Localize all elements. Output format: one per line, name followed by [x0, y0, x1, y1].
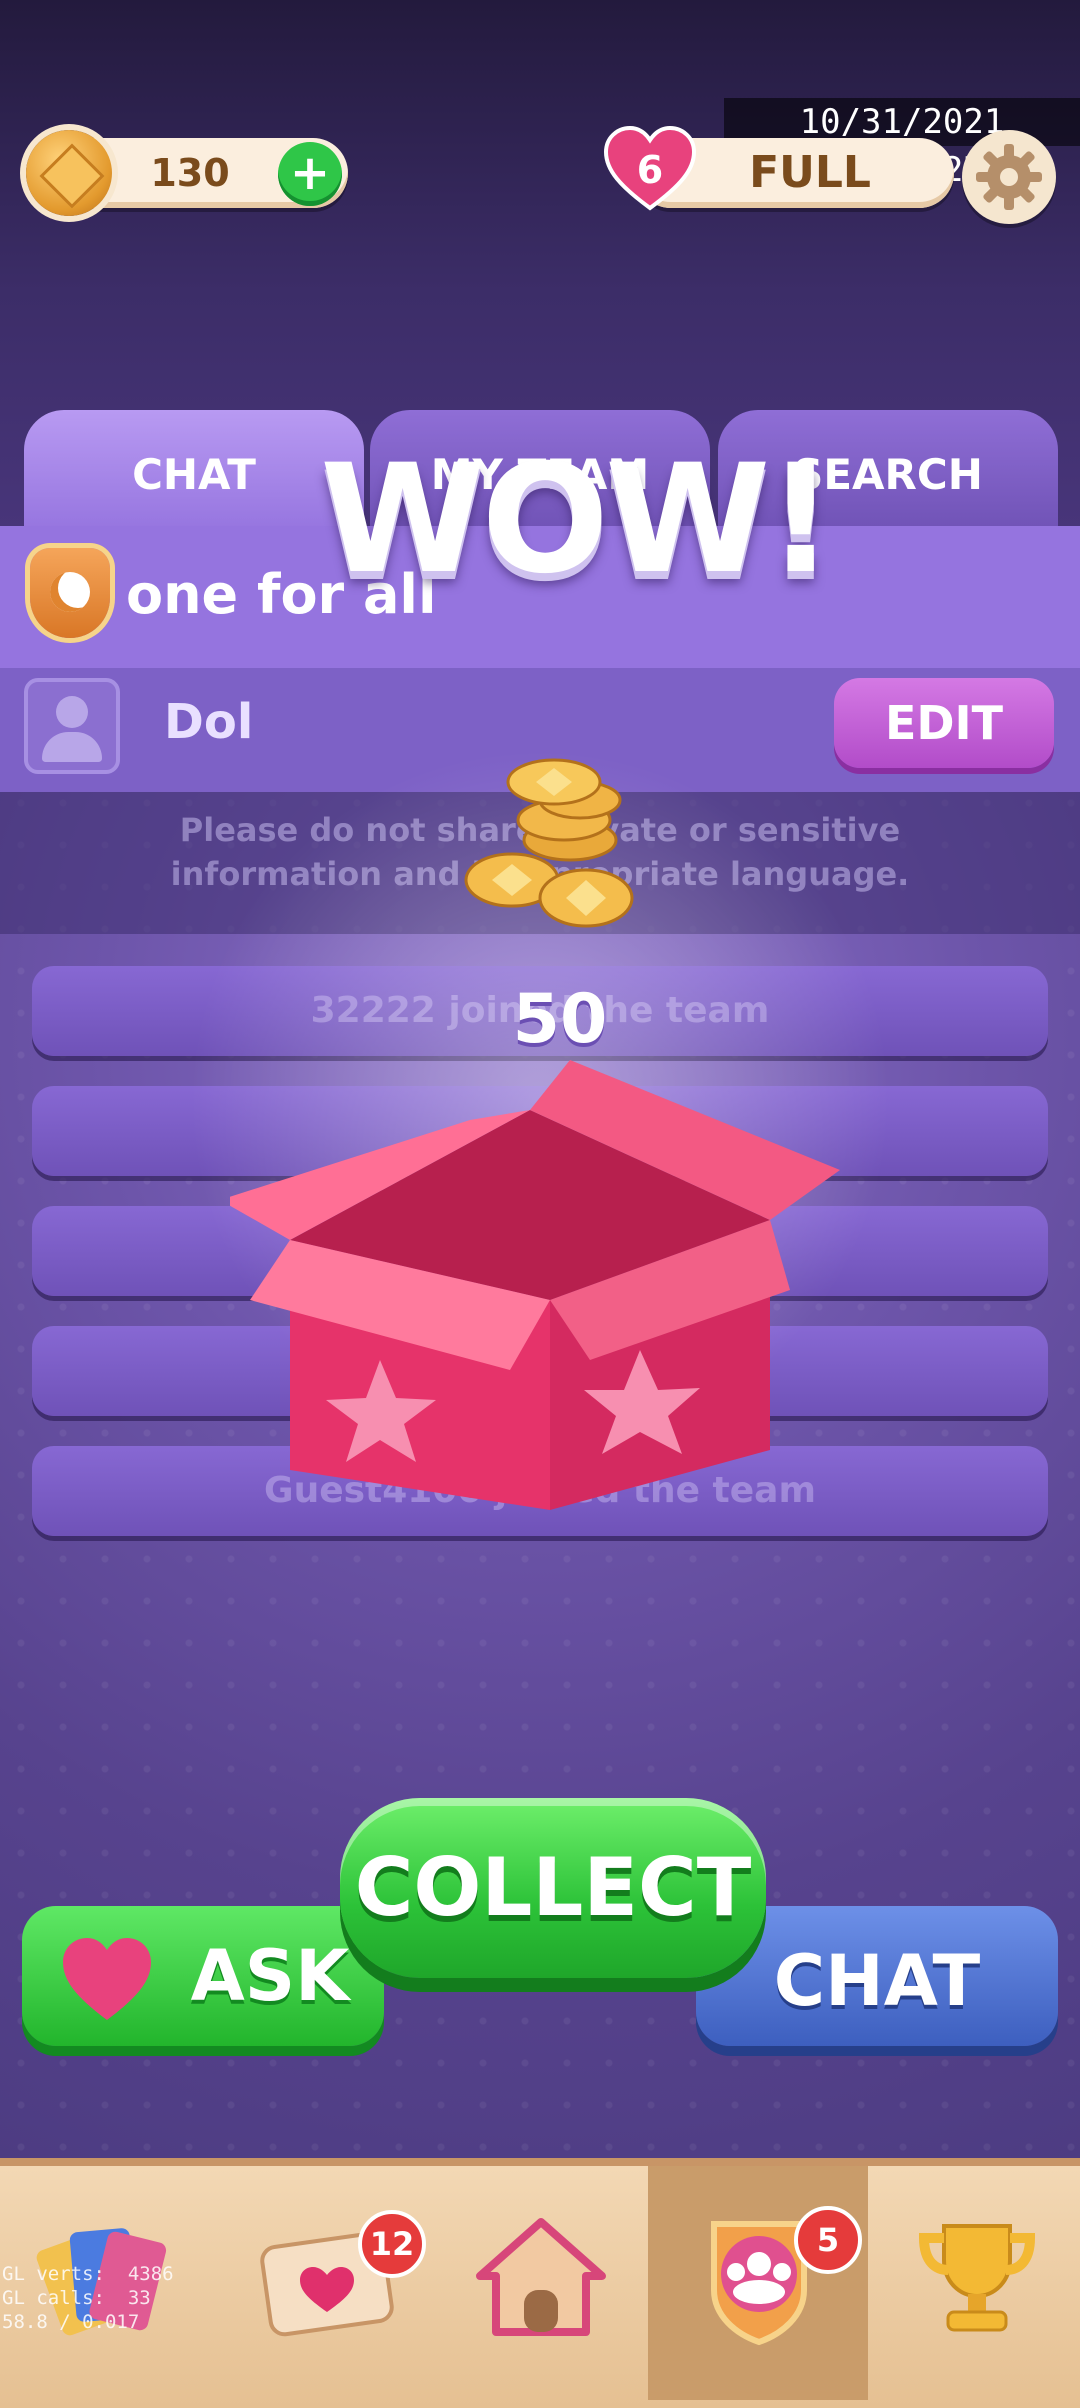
- inbox-badge: 12: [358, 2210, 426, 2278]
- heart-icon: [63, 1938, 151, 2020]
- member-name: Dol: [164, 694, 254, 750]
- coin-count: 130: [150, 151, 230, 195]
- nav-item-home[interactable]: [466, 2200, 616, 2350]
- reward-amount: 50: [512, 980, 608, 1059]
- debug-overlay: GL verts: 4386 GL calls: 33 58.8 / 0.017: [2, 2263, 174, 2333]
- team-badge: 5: [794, 2206, 862, 2274]
- coin-icon: [26, 130, 112, 216]
- collect-label: COLLECT: [354, 1841, 752, 1934]
- settings-button[interactable]: [962, 130, 1056, 224]
- popup-headline: WOW!: [320, 433, 835, 607]
- nav-item-leaderboard[interactable]: [902, 2200, 1052, 2350]
- tab-chat[interactable]: CHAT: [24, 410, 364, 534]
- avatar[interactable]: [24, 678, 120, 774]
- ask-label: ASK: [190, 1935, 350, 2017]
- gift-box-icon: [230, 1060, 840, 1510]
- home-icon: [476, 2218, 606, 2336]
- edit-button[interactable]: EDIT: [834, 678, 1054, 768]
- coin-stack-icon: [464, 758, 634, 928]
- add-coins-button[interactable]: +: [278, 142, 342, 206]
- trophy-icon: [918, 2224, 1036, 2332]
- lives-count: 6: [636, 148, 664, 192]
- lives-status: FULL: [749, 147, 871, 198]
- team-badge-icon: [30, 548, 110, 638]
- gear-icon: [976, 144, 1042, 210]
